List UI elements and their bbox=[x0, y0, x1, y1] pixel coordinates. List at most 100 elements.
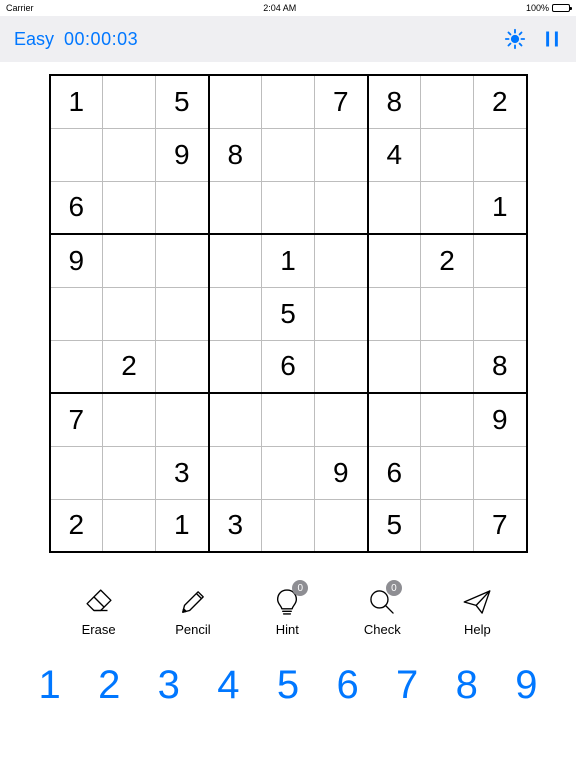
cell-r2-c3[interactable] bbox=[209, 181, 262, 234]
cell-r1-c1[interactable] bbox=[103, 128, 156, 181]
cell-r8-c8[interactable]: 7 bbox=[474, 499, 527, 552]
cell-r5-c1[interactable]: 2 bbox=[103, 340, 156, 393]
cell-r7-c7[interactable] bbox=[421, 446, 474, 499]
cell-r7-c2[interactable]: 3 bbox=[156, 446, 209, 499]
cell-r1-c7[interactable] bbox=[421, 128, 474, 181]
cell-r5-c2[interactable] bbox=[156, 340, 209, 393]
cell-r3-c0[interactable]: 9 bbox=[50, 234, 103, 287]
cell-r4-c8[interactable] bbox=[474, 287, 527, 340]
cell-r5-c8[interactable]: 8 bbox=[474, 340, 527, 393]
cell-r3-c7[interactable]: 2 bbox=[421, 234, 474, 287]
cell-r5-c7[interactable] bbox=[421, 340, 474, 393]
cell-r7-c8[interactable] bbox=[474, 446, 527, 499]
cell-r0-c7[interactable] bbox=[421, 75, 474, 128]
cell-r1-c0[interactable] bbox=[50, 128, 103, 181]
cell-r8-c5[interactable] bbox=[315, 499, 368, 552]
cell-r1-c6[interactable]: 4 bbox=[368, 128, 421, 181]
numpad-7[interactable]: 7 bbox=[383, 663, 431, 708]
cell-r2-c8[interactable]: 1 bbox=[474, 181, 527, 234]
hint-badge: 0 bbox=[292, 580, 308, 596]
cell-r7-c0[interactable] bbox=[50, 446, 103, 499]
check-button[interactable]: 0 Check bbox=[364, 585, 401, 637]
cell-r6-c2[interactable] bbox=[156, 393, 209, 446]
cell-r6-c3[interactable] bbox=[209, 393, 262, 446]
cell-r0-c1[interactable] bbox=[103, 75, 156, 128]
cell-r3-c4[interactable]: 1 bbox=[262, 234, 315, 287]
cell-r6-c4[interactable] bbox=[262, 393, 315, 446]
cell-r4-c5[interactable] bbox=[315, 287, 368, 340]
cell-r7-c1[interactable] bbox=[103, 446, 156, 499]
cell-r6-c1[interactable] bbox=[103, 393, 156, 446]
cell-r0-c4[interactable] bbox=[262, 75, 315, 128]
numpad-3[interactable]: 3 bbox=[145, 663, 193, 708]
cell-r2-c1[interactable] bbox=[103, 181, 156, 234]
cell-r2-c4[interactable] bbox=[262, 181, 315, 234]
cell-r0-c6[interactable]: 8 bbox=[368, 75, 421, 128]
cell-r8-c3[interactable]: 3 bbox=[209, 499, 262, 552]
cell-r2-c7[interactable] bbox=[421, 181, 474, 234]
cell-r4-c6[interactable] bbox=[368, 287, 421, 340]
cell-r0-c2[interactable]: 5 bbox=[156, 75, 209, 128]
numpad-1[interactable]: 1 bbox=[26, 663, 74, 708]
cell-r1-c3[interactable]: 8 bbox=[209, 128, 262, 181]
cell-r6-c5[interactable] bbox=[315, 393, 368, 446]
cell-r2-c6[interactable] bbox=[368, 181, 421, 234]
cell-r5-c4[interactable]: 6 bbox=[262, 340, 315, 393]
numpad-5[interactable]: 5 bbox=[264, 663, 312, 708]
cell-r0-c5[interactable]: 7 bbox=[315, 75, 368, 128]
cell-r8-c4[interactable] bbox=[262, 499, 315, 552]
cell-r4-c3[interactable] bbox=[209, 287, 262, 340]
numpad-9[interactable]: 9 bbox=[502, 663, 550, 708]
numpad-8[interactable]: 8 bbox=[443, 663, 491, 708]
cell-r6-c0[interactable]: 7 bbox=[50, 393, 103, 446]
cell-r5-c5[interactable] bbox=[315, 340, 368, 393]
cell-r7-c3[interactable] bbox=[209, 446, 262, 499]
cell-r3-c2[interactable] bbox=[156, 234, 209, 287]
cell-r1-c8[interactable] bbox=[474, 128, 527, 181]
cell-r2-c5[interactable] bbox=[315, 181, 368, 234]
numpad-6[interactable]: 6 bbox=[324, 663, 372, 708]
cell-r7-c4[interactable] bbox=[262, 446, 315, 499]
theme-button[interactable] bbox=[504, 28, 526, 50]
cell-r5-c6[interactable] bbox=[368, 340, 421, 393]
cell-r8-c0[interactable]: 2 bbox=[50, 499, 103, 552]
cell-r8-c6[interactable]: 5 bbox=[368, 499, 421, 552]
numpad-4[interactable]: 4 bbox=[204, 663, 252, 708]
cell-r1-c2[interactable]: 9 bbox=[156, 128, 209, 181]
cell-r1-c4[interactable] bbox=[262, 128, 315, 181]
erase-button[interactable]: Erase bbox=[82, 585, 116, 637]
cell-r8-c1[interactable] bbox=[103, 499, 156, 552]
pause-button[interactable] bbox=[542, 29, 562, 49]
cell-r5-c3[interactable] bbox=[209, 340, 262, 393]
cell-r6-c8[interactable]: 9 bbox=[474, 393, 527, 446]
cell-r1-c5[interactable] bbox=[315, 128, 368, 181]
cell-r4-c4[interactable]: 5 bbox=[262, 287, 315, 340]
cell-r6-c6[interactable] bbox=[368, 393, 421, 446]
cell-r0-c3[interactable] bbox=[209, 75, 262, 128]
cell-r3-c1[interactable] bbox=[103, 234, 156, 287]
cell-r8-c7[interactable] bbox=[421, 499, 474, 552]
cell-r2-c0[interactable]: 6 bbox=[50, 181, 103, 234]
cell-r7-c5[interactable]: 9 bbox=[315, 446, 368, 499]
difficulty-button[interactable]: Easy bbox=[14, 29, 54, 50]
timer-label: 00:00:03 bbox=[64, 29, 138, 50]
cell-r0-c0[interactable]: 1 bbox=[50, 75, 103, 128]
cell-r5-c0[interactable] bbox=[50, 340, 103, 393]
numpad-2[interactable]: 2 bbox=[85, 663, 133, 708]
pencil-button[interactable]: Pencil bbox=[175, 585, 210, 637]
cell-r4-c2[interactable] bbox=[156, 287, 209, 340]
cell-r4-c1[interactable] bbox=[103, 287, 156, 340]
hint-button[interactable]: 0 Hint bbox=[270, 585, 304, 637]
help-button[interactable]: Help bbox=[460, 585, 494, 637]
cell-r8-c2[interactable]: 1 bbox=[156, 499, 209, 552]
cell-r3-c6[interactable] bbox=[368, 234, 421, 287]
cell-r6-c7[interactable] bbox=[421, 393, 474, 446]
cell-r2-c2[interactable] bbox=[156, 181, 209, 234]
cell-r4-c7[interactable] bbox=[421, 287, 474, 340]
cell-r3-c3[interactable] bbox=[209, 234, 262, 287]
cell-r3-c8[interactable] bbox=[474, 234, 527, 287]
cell-r3-c5[interactable] bbox=[315, 234, 368, 287]
cell-r7-c6[interactable]: 6 bbox=[368, 446, 421, 499]
cell-r4-c0[interactable] bbox=[50, 287, 103, 340]
cell-r0-c8[interactable]: 2 bbox=[474, 75, 527, 128]
